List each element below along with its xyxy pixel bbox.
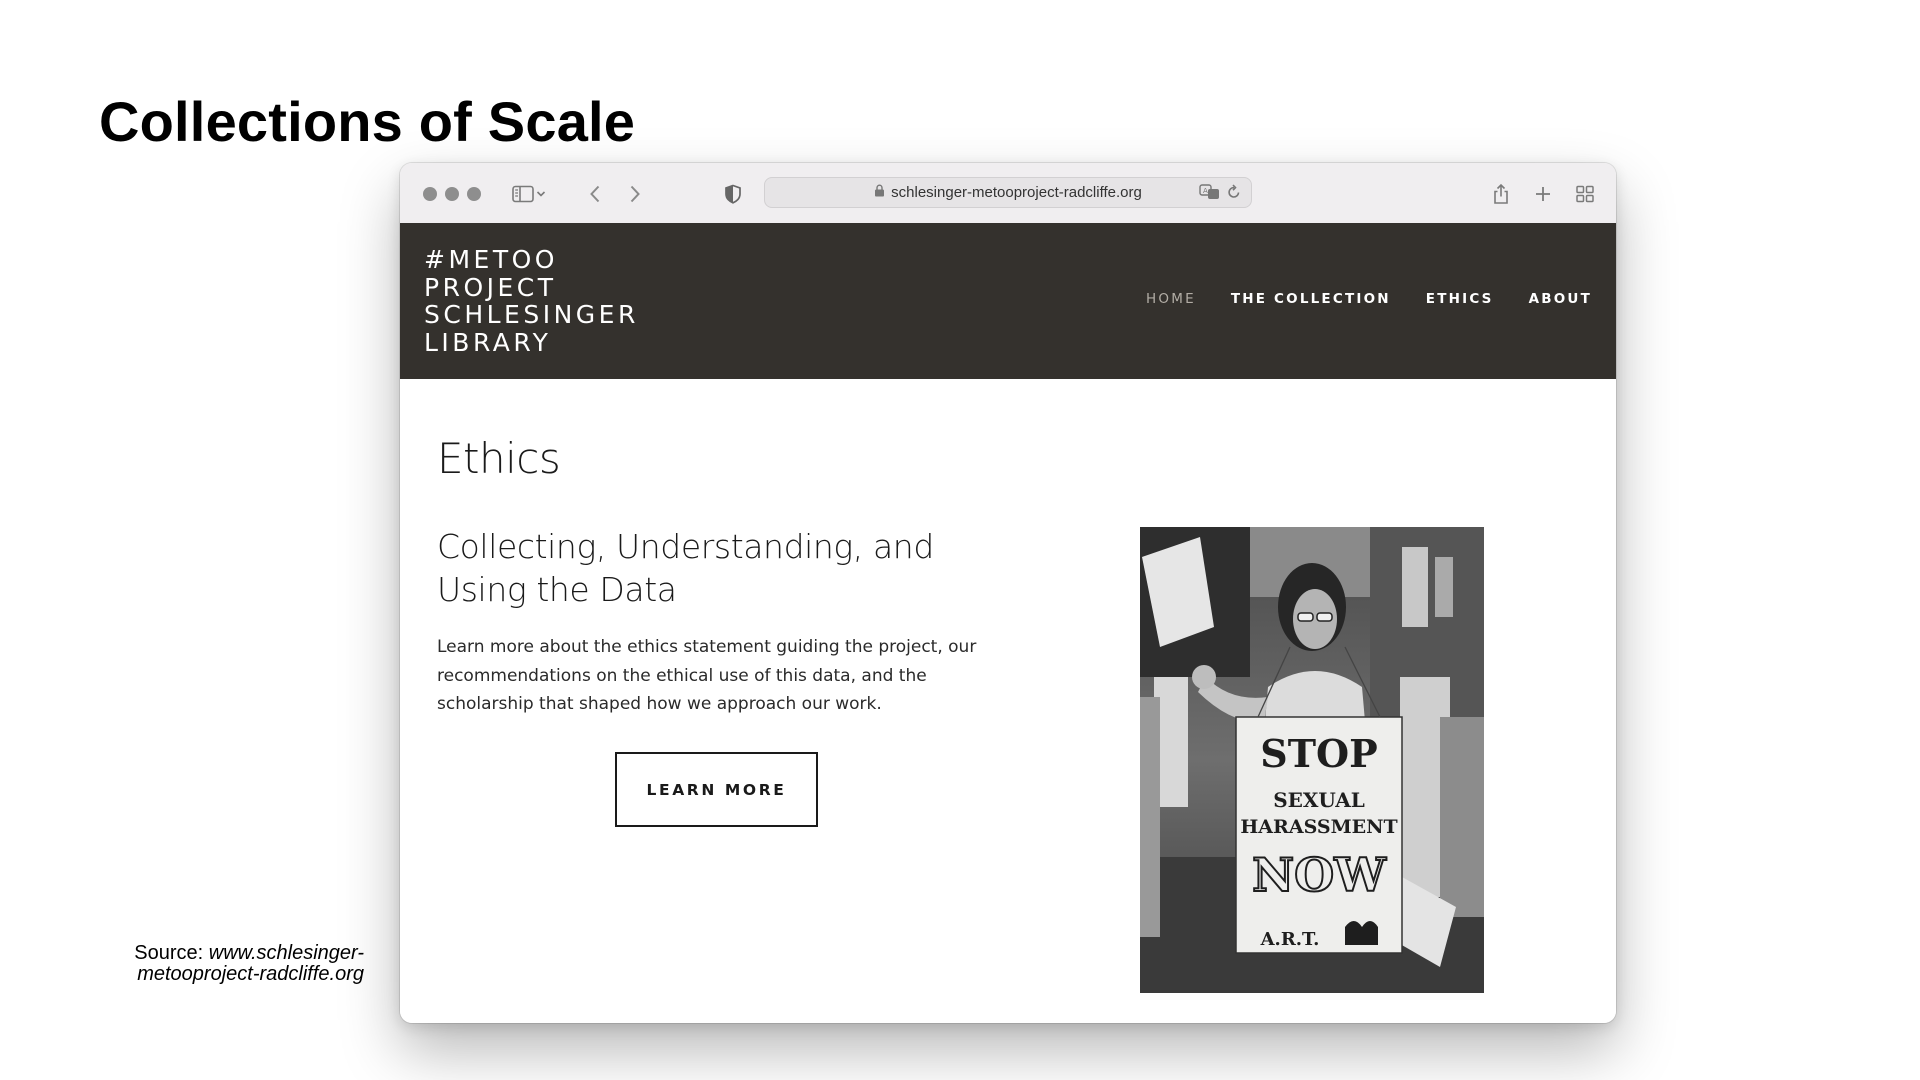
chevron-down-icon[interactable] xyxy=(534,181,548,207)
slide-title: Collections of Scale xyxy=(99,90,636,153)
minimize-window-button[interactable] xyxy=(445,187,459,201)
lock-icon xyxy=(874,183,885,202)
new-tab-icon[interactable] xyxy=(1530,181,1556,207)
sign-line: STOP xyxy=(1260,731,1377,776)
reload-icon[interactable] xyxy=(1227,184,1241,205)
privacy-shield-icon[interactable] xyxy=(720,181,746,207)
back-icon[interactable] xyxy=(582,181,608,207)
nav-the-collection[interactable]: THE COLLECTION xyxy=(1231,291,1391,307)
browser-toolbar: schlesinger-metooproject-radcliffe.org A xyxy=(400,163,1616,224)
protest-photo: STOP SEXUAL HARASSMENT NOW A.R.T. xyxy=(1140,527,1484,993)
source-label: Source: xyxy=(134,942,204,964)
section-body: Learn more about the ethics statement gu… xyxy=(437,637,977,714)
logo-line: LIBRARY xyxy=(424,327,552,357)
share-icon[interactable] xyxy=(1488,181,1514,207)
site-nav: HOME THE COLLECTION ETHICS ABOUT xyxy=(1146,291,1592,307)
site-logo[interactable]: #METOO PROJECT SCHLESINGER LIBRARY xyxy=(424,246,639,356)
browser-window: schlesinger-metooproject-radcliffe.org A… xyxy=(400,163,1616,1023)
translate-icon[interactable]: A xyxy=(1199,184,1221,205)
sign-line: A.R.T. xyxy=(1260,929,1320,950)
address-bar[interactable]: schlesinger-metooproject-radcliffe.org A xyxy=(764,177,1252,208)
logo-line: PROJECT xyxy=(424,272,557,302)
section-subheading: Collecting, Understanding, and Using the… xyxy=(437,527,934,609)
learn-more-button[interactable]: LEARN MORE xyxy=(615,752,818,827)
source-caption: Source: www.schlesinger-metooproject-rad… xyxy=(104,943,364,985)
page-title: Ethics xyxy=(437,434,561,483)
site-header: #METOO PROJECT SCHLESINGER LIBRARY HOME … xyxy=(400,223,1616,379)
sign-line: HARASSMENT xyxy=(1240,816,1397,838)
nav-about[interactable]: ABOUT xyxy=(1529,291,1592,307)
logo-line: SCHLESINGER xyxy=(424,300,639,329)
sign-line: SEXUAL xyxy=(1273,788,1365,812)
nav-home[interactable]: HOME xyxy=(1146,291,1196,307)
page-content: Ethics Collecting, Understanding, and Us… xyxy=(400,379,1616,1023)
sidebar-icon[interactable] xyxy=(510,181,536,207)
sign-line: NOW xyxy=(1252,848,1387,902)
url-text: schlesinger-metooproject-radcliffe.org xyxy=(891,184,1142,201)
close-window-button[interactable] xyxy=(423,187,437,201)
tab-overview-icon[interactable] xyxy=(1572,181,1598,207)
nav-ethics[interactable]: ETHICS xyxy=(1426,291,1494,307)
svg-text:A: A xyxy=(1203,187,1208,195)
zoom-window-button[interactable] xyxy=(467,187,481,201)
logo-line: #METOO xyxy=(424,245,558,274)
forward-icon[interactable] xyxy=(622,181,648,207)
